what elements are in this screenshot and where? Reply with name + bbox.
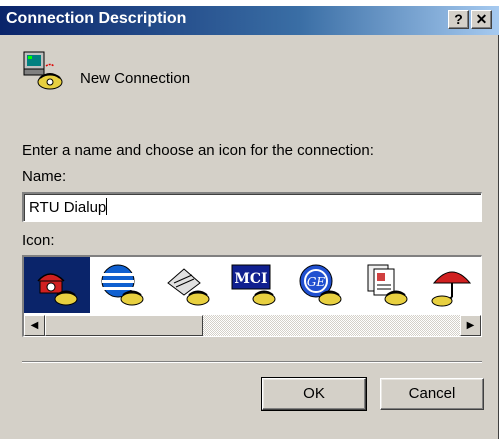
scroll-left-button[interactable]: ◀: [24, 315, 45, 336]
icon-horizontal-scrollbar[interactable]: ◀ ▶: [24, 315, 481, 336]
cancel-button[interactable]: Cancel: [380, 378, 484, 410]
scroll-thumb[interactable]: [45, 315, 203, 336]
name-label: Name:: [22, 168, 67, 185]
instruction-text: Enter a name and choose an icon for the …: [22, 142, 374, 159]
icon-option-mci[interactable]: MCI: [222, 257, 288, 313]
icon-option-ge[interactable]: GE: [288, 257, 354, 313]
scroll-right-button[interactable]: ▶: [460, 315, 481, 336]
svg-text:GE: GE: [307, 275, 326, 289]
ge-phone-icon: GE: [299, 264, 342, 306]
icon-list[interactable]: MCI GE ◀ ▶: [22, 255, 482, 337]
help-label: ?: [454, 11, 463, 27]
fax-phone-icon: [167, 268, 210, 306]
icon-label: Icon:: [22, 232, 55, 249]
dialog-title: Connection Description: [6, 10, 187, 27]
globe-phone-icon: [101, 264, 144, 306]
help-button[interactable]: ?: [448, 10, 469, 29]
new-connection-icon: [23, 51, 63, 90]
icon-option-globe[interactable]: [90, 257, 156, 313]
icon-option-documents[interactable]: [354, 257, 420, 313]
close-icon: ✕: [475, 11, 488, 27]
close-button[interactable]: ✕: [471, 10, 492, 29]
icon-strip: MCI GE: [24, 257, 481, 313]
connection-description-dialog: Connection Description ? ✕ New Connectio…: [0, 6, 499, 439]
scroll-track[interactable]: [203, 315, 460, 336]
icon-option-red-phone[interactable]: [24, 257, 90, 313]
umbrella-phone-icon: [431, 271, 472, 307]
separator-line: [22, 361, 482, 363]
text-caret: [106, 198, 108, 215]
title-bar: Connection Description ? ✕: [0, 6, 499, 35]
icon-option-umbrella[interactable]: [420, 257, 481, 313]
name-input-value: RTU Dialup: [29, 199, 107, 216]
red-phone-icon: [37, 273, 78, 306]
ok-button[interactable]: OK: [261, 377, 367, 411]
mci-phone-icon: MCI: [231, 264, 276, 306]
icon-option-fax[interactable]: [156, 257, 222, 313]
svg-text:MCI: MCI: [234, 271, 267, 287]
connection-name-display: New Connection: [80, 70, 191, 87]
name-input[interactable]: RTU Dialup: [22, 192, 482, 222]
documents-phone-icon: [367, 264, 408, 306]
